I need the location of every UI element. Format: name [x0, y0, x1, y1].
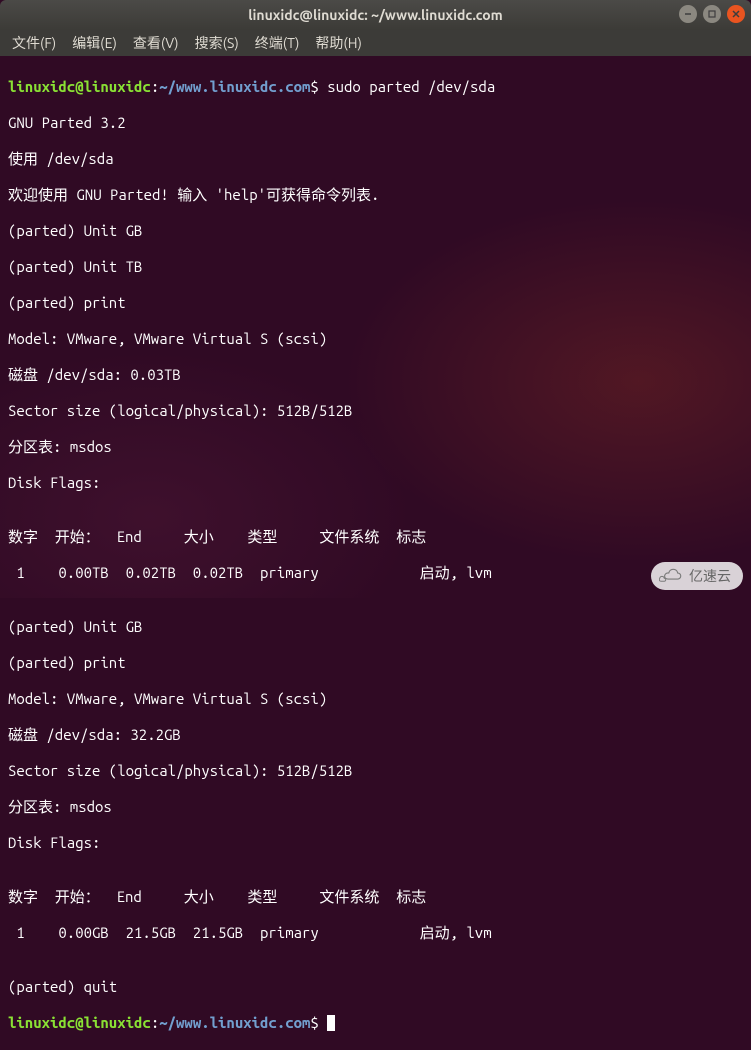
watermark-text: 亿速云 [689, 566, 731, 586]
prompt-colon: : [151, 78, 159, 95]
menubar: 文件(F) 编辑(E) 查看(V) 搜索(S) 终端(T) 帮助(H) [0, 30, 751, 56]
menu-edit[interactable]: 编辑(E) [66, 31, 123, 55]
maximize-button[interactable] [703, 5, 721, 23]
menu-help[interactable]: 帮助(H) [309, 31, 368, 55]
prompt-colon-2: : [151, 1014, 159, 1031]
out-l1: GNU Parted 3.2 [8, 114, 743, 132]
watermark: 亿速云 [651, 562, 743, 590]
out-l27: (parted) quit [8, 978, 743, 996]
table2-row1: 1 0.00GB 21.5GB 21.5GB primary 启动, lvm [8, 924, 743, 942]
terminal-area[interactable]: linuxidc@linuxidc:~/www.linuxidc.com$ su… [0, 56, 751, 598]
table1-header: 数字 开始： End 大小 类型 文件系统 标志 [8, 528, 743, 546]
cursor [327, 1015, 335, 1031]
table2-header: 数字 开始： End 大小 类型 文件系统 标志 [8, 888, 743, 906]
window-title: linuxidc@linuxidc: ~/www.linuxidc.com [248, 7, 502, 23]
out-l8: 磁盘 /dev/sda: 0.03TB [8, 366, 743, 384]
prompt-userhost: linuxidc@linuxidc [8, 78, 151, 95]
cloud-icon [659, 568, 683, 584]
prompt-userhost-2: linuxidc@linuxidc [8, 1014, 151, 1031]
out-l10: 分区表: msdos [8, 438, 743, 456]
out-l19: 磁盘 /dev/sda: 32.2GB [8, 726, 743, 744]
out-l2: 使用 /dev/sda [8, 150, 743, 168]
table1-row1: 1 0.00TB 0.02TB 0.02TB primary 启动, lvm [8, 564, 743, 582]
titlebar: linuxidc@linuxidc: ~/www.linuxidc.com [0, 0, 751, 30]
out-l11: Disk Flags: [8, 474, 743, 492]
out-l21: 分区表: msdos [8, 798, 743, 816]
command-1: sudo parted /dev/sda [327, 78, 495, 95]
out-l22: Disk Flags: [8, 834, 743, 852]
out-l20: Sector size (logical/physical): 512B/512… [8, 762, 743, 780]
out-l16: (parted) Unit GB [8, 618, 743, 636]
out-l4: (parted) Unit GB [8, 222, 743, 240]
prompt-line-2: linuxidc@linuxidc:~/www.linuxidc.com$ [8, 1014, 743, 1032]
minimize-button[interactable] [679, 5, 697, 23]
prompt-path: ~/www.linuxidc.com [159, 78, 310, 95]
prompt-path-2: ~/www.linuxidc.com [159, 1014, 310, 1031]
out-l7: Model: VMware, VMware Virtual S (scsi) [8, 330, 743, 348]
out-l5: (parted) Unit TB [8, 258, 743, 276]
window-controls [679, 5, 745, 23]
prompt-line-1: linuxidc@linuxidc:~/www.linuxidc.com$ su… [8, 78, 743, 96]
menu-view[interactable]: 查看(V) [127, 31, 185, 55]
out-l18: Model: VMware, VMware Virtual S (scsi) [8, 690, 743, 708]
minimize-icon [683, 9, 693, 19]
out-l17: (parted) print [8, 654, 743, 672]
out-l9: Sector size (logical/physical): 512B/512… [8, 402, 743, 420]
prompt-dollar: $ [310, 78, 327, 95]
maximize-icon [707, 9, 717, 19]
menu-search[interactable]: 搜索(S) [189, 31, 245, 55]
close-button[interactable] [727, 5, 745, 23]
menu-terminal[interactable]: 终端(T) [249, 31, 306, 55]
close-icon [731, 9, 741, 19]
out-l3: 欢迎使用 GNU Parted! 输入 'help'可获得命令列表. [8, 186, 743, 204]
prompt-dollar-2: $ [310, 1014, 327, 1031]
menu-file[interactable]: 文件(F) [6, 31, 62, 55]
out-l6: (parted) print [8, 294, 743, 312]
